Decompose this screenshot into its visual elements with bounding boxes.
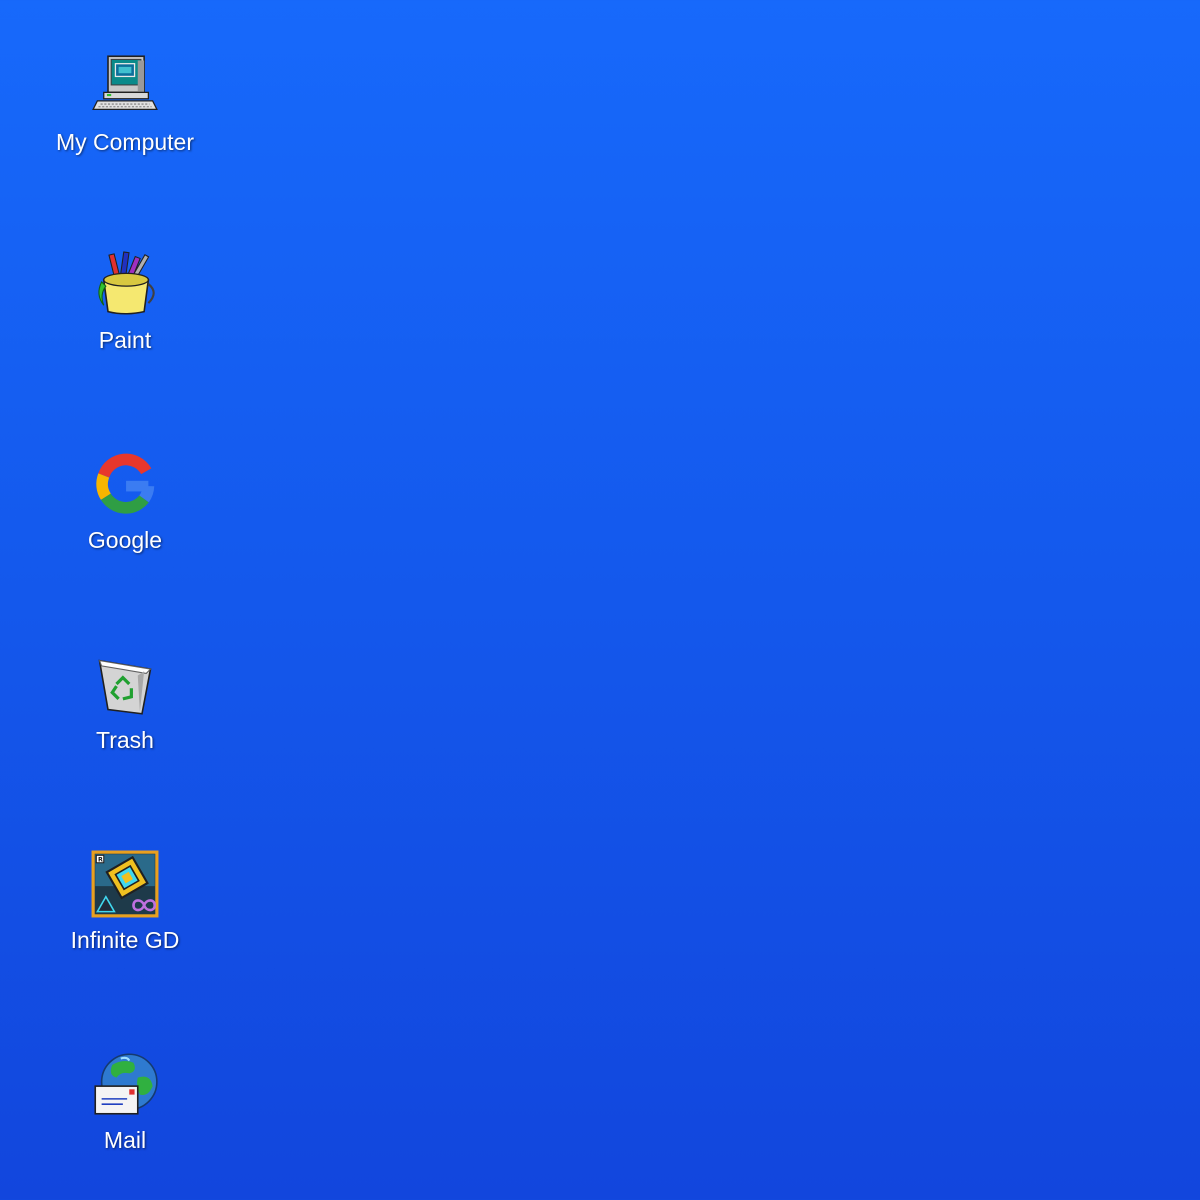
desktop-icon-google[interactable]: Google <box>25 450 225 610</box>
desktop-icon-paint[interactable]: Paint <box>25 250 225 410</box>
paint-bucket-icon <box>91 250 159 318</box>
desktop-icon-mail[interactable]: Mail <box>25 1050 225 1200</box>
desktop-icon-infinite-gd[interactable]: R Infinite GD <box>25 850 225 1010</box>
desktop-icon-label: Mail <box>103 1127 147 1153</box>
desktop-icon-trash[interactable]: Trash <box>25 650 225 810</box>
desktop-icon-my-computer[interactable]: My Computer <box>25 52 225 212</box>
desktop-icon-label: Infinite GD <box>70 927 180 953</box>
desktop-icon-label: My Computer <box>55 129 195 155</box>
desktop-icon-label: Trash <box>96 727 154 753</box>
recycle-bin-icon <box>91 650 159 718</box>
geometry-dash-icon: R <box>91 850 159 918</box>
computer-icon <box>91 52 159 120</box>
desktop-icon-label: Paint <box>98 327 152 353</box>
desktop: My Computer Paint Google Trash R Infinit… <box>0 0 1200 1200</box>
mail-globe-icon <box>91 1050 159 1118</box>
desktop-icon-label: Google <box>87 527 163 553</box>
google-icon <box>91 450 159 518</box>
svg-text:R: R <box>98 856 103 864</box>
